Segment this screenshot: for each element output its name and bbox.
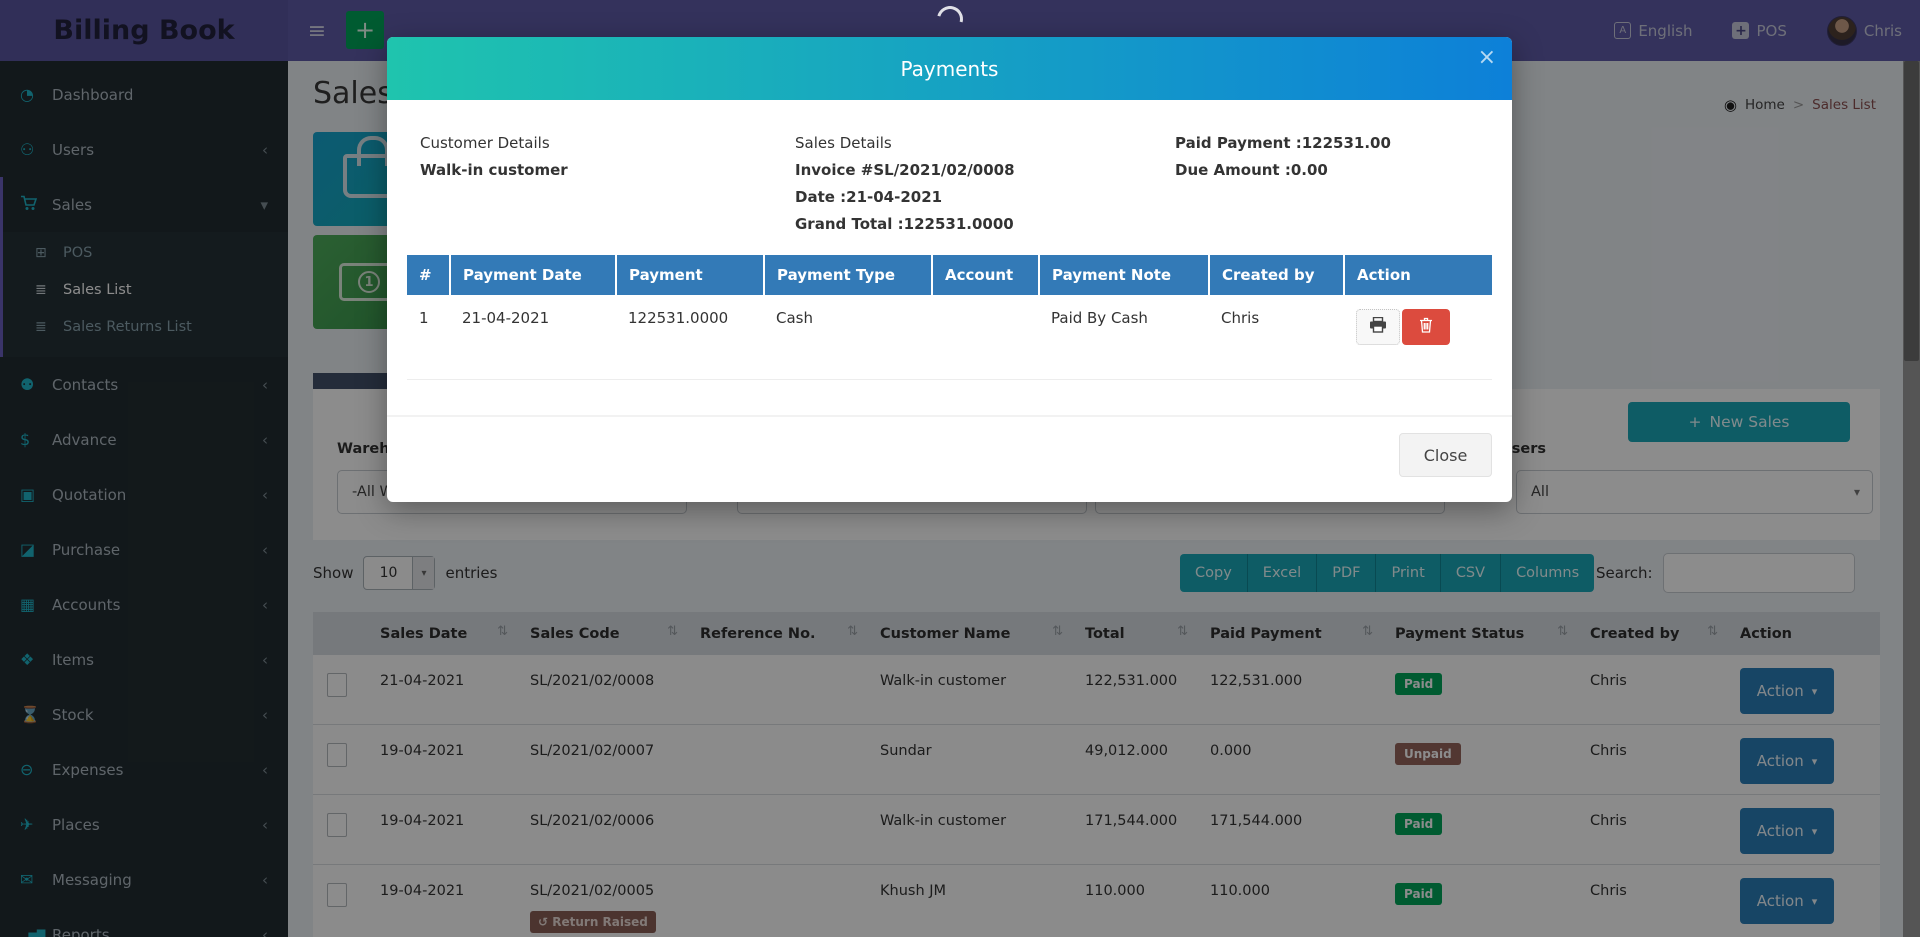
customer-name: Walk-in customer [420, 157, 568, 184]
date-line: Date :21-04-2021 [795, 184, 1015, 211]
cell-number: 1 [407, 295, 450, 380]
grand-total-line: Grand Total :122531.0000 [795, 211, 1015, 238]
close-icon[interactable]: × [1478, 45, 1496, 70]
cell-payment-note: Paid By Cash [1039, 295, 1209, 380]
payment-row-actions [1356, 309, 1480, 345]
col-payment: Payment [616, 255, 764, 295]
col-created-by: Created by [1209, 255, 1344, 295]
payments-header-row: # Payment Date Payment Payment Type Acco… [407, 255, 1492, 295]
cell-created-by: Chris [1209, 295, 1344, 380]
payment-row: 1 21-04-2021 122531.0000 Cash Paid By Ca… [407, 295, 1492, 380]
customer-details-section: Customer Details Walk-in customer [420, 130, 568, 184]
col-payment-note: Payment Note [1039, 255, 1209, 295]
invoice-line: Invoice #SL/2021/02/0008 [795, 157, 1015, 184]
trash-icon [1419, 317, 1433, 337]
payments-modal: Payments × Customer Details Walk-in cust… [387, 37, 1512, 502]
printer-icon [1369, 317, 1387, 337]
col-action: Action [1344, 255, 1492, 295]
delete-payment-button[interactable] [1402, 309, 1450, 345]
col-payment-date: Payment Date [450, 255, 616, 295]
payment-summary-section: Paid Payment :122531.00 Due Amount :0.00 [1175, 130, 1391, 184]
app-root: Billing Book ≡ + A English + POS Chris ◔… [0, 0, 1920, 937]
print-payment-button[interactable] [1356, 309, 1400, 345]
payments-modal-header: Payments × [387, 37, 1512, 100]
modal-footer: Close [387, 415, 1512, 502]
col-number: # [407, 255, 450, 295]
close-button[interactable]: Close [1399, 433, 1492, 477]
cell-payment-date: 21-04-2021 [450, 295, 616, 380]
paid-payment-line: Paid Payment :122531.00 [1175, 130, 1391, 157]
due-amount-line: Due Amount :0.00 [1175, 157, 1391, 184]
payments-table: # Payment Date Payment Payment Type Acco… [407, 255, 1492, 380]
sales-details-label: Sales Details [795, 130, 1015, 157]
col-payment-type: Payment Type [764, 255, 932, 295]
cell-payment-type: Cash [764, 295, 932, 380]
cell-payment: 122531.0000 [616, 295, 764, 380]
col-account: Account [932, 255, 1039, 295]
cell-account [932, 295, 1039, 380]
customer-details-label: Customer Details [420, 130, 568, 157]
modal-title: Payments [901, 57, 999, 81]
sales-details-section: Sales Details Invoice #SL/2021/02/0008 D… [795, 130, 1015, 238]
